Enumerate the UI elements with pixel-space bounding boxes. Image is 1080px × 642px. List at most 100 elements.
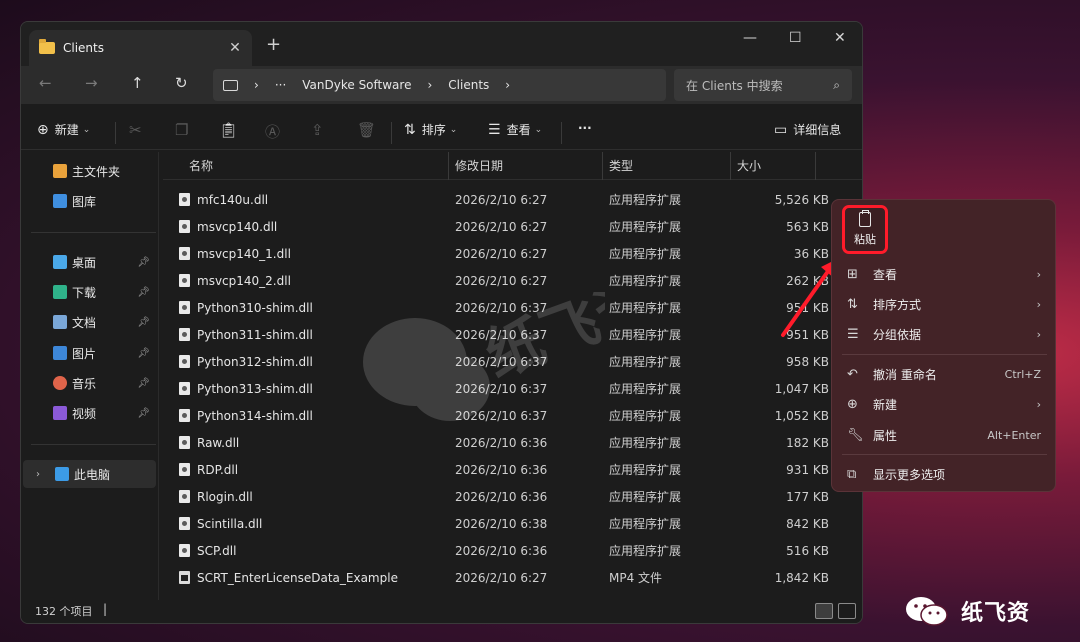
delete-icon[interactable]: 🗑︎ bbox=[357, 121, 376, 139]
column-name[interactable]: 名称 bbox=[189, 157, 213, 174]
more-options-button[interactable]: ··· bbox=[578, 121, 592, 135]
table-row[interactable]: Python310-shim.dll 2026/2/10 6:37 应用程序扩展 95… bbox=[163, 294, 862, 321]
table-row[interactable]: msvcp140_2.dll 2026/2/10 6:27 应用程序扩展 262 KB bbox=[163, 267, 862, 294]
pin-icon[interactable]: 📌︎ bbox=[137, 317, 150, 328]
table-row[interactable]: SCRT_EnterLicenseData_Example 2026/2/10 6… bbox=[163, 564, 862, 591]
divider bbox=[31, 444, 156, 445]
sort-button[interactable]: ⇅ 排序 ⌄ bbox=[404, 121, 457, 138]
folder-icon bbox=[39, 39, 55, 54]
forward-button[interactable]: → bbox=[85, 74, 98, 92]
column-date[interactable]: 修改日期 bbox=[455, 157, 503, 174]
table-row[interactable]: SCP.dll 2026/2/10 6:36 应用程序扩展 516 KB bbox=[163, 537, 862, 564]
search-input[interactable]: 在 Clients 中搜索 ⌕ bbox=[674, 69, 852, 101]
table-row[interactable]: Scintilla.dll 2026/2/10 6:38 应用程序扩展 842 KB bbox=[163, 510, 862, 537]
file-date: 2026/2/10 6:36 bbox=[455, 489, 548, 504]
share-icon[interactable]: ⇪ bbox=[311, 121, 324, 139]
menu-item-properties[interactable]: 🔧︎ 属性 Alt+Enter bbox=[832, 420, 1055, 450]
table-row[interactable]: Raw.dll 2026/2/10 6:36 应用程序扩展 182 KB bbox=[163, 429, 862, 456]
file-type: 应用程序扩展 bbox=[609, 382, 682, 396]
paste-icon[interactable]: 📋︎ bbox=[219, 121, 238, 139]
file-type: 应用程序扩展 bbox=[609, 193, 682, 207]
sidebar-item-label: 图库 bbox=[72, 194, 97, 209]
address-bar[interactable]: › ··· VanDyke Software › Clients › bbox=[213, 69, 666, 101]
paste-label: 粘贴 bbox=[854, 233, 876, 246]
chevron-right-icon: › bbox=[1036, 297, 1041, 311]
table-row[interactable]: msvcp140.dll 2026/2/10 6:27 应用程序扩展 563 KB bbox=[163, 213, 862, 240]
sidebar-item-documents[interactable]: 文档 📌︎ bbox=[21, 308, 156, 336]
sidebar-item-music[interactable]: 音乐 📌︎ bbox=[21, 369, 156, 397]
menu-item-view[interactable]: ⊞ 查看 › bbox=[832, 259, 1055, 289]
menu-item-more-options[interactable]: ⧉ 显示更多选项 bbox=[832, 459, 1055, 489]
file-list: ^ 名称 修改日期 类型 大小 mfc140u.dll 2026/2/10 6:2… bbox=[163, 152, 862, 600]
close-tab-icon[interactable]: ✕ bbox=[224, 40, 246, 56]
maximize-button[interactable]: ☐ bbox=[789, 30, 802, 46]
pin-icon[interactable]: 📌︎ bbox=[137, 257, 150, 268]
sidebar-item-gallery[interactable]: 图库 bbox=[21, 187, 156, 215]
menu-item-label: 分组依据 bbox=[873, 327, 922, 342]
new-label: 新建 bbox=[54, 123, 79, 137]
paste-button[interactable]: 粘贴 bbox=[842, 205, 888, 254]
column-divider[interactable] bbox=[602, 152, 603, 180]
column-divider[interactable] bbox=[815, 152, 816, 180]
pin-icon[interactable]: 📌︎ bbox=[137, 408, 150, 419]
new-button[interactable]: ⊕ 新建 ⌄ bbox=[37, 121, 90, 138]
file-type: 应用程序扩展 bbox=[609, 220, 682, 234]
sidebar-item-this-pc[interactable]: › 此电脑 bbox=[23, 460, 156, 488]
copy-icon[interactable]: ❐ bbox=[175, 121, 188, 139]
close-window-button[interactable]: ✕ bbox=[834, 30, 846, 46]
sidebar-item-pictures[interactable]: 图片 📌︎ bbox=[21, 339, 156, 367]
column-type[interactable]: 类型 bbox=[609, 157, 633, 174]
table-row[interactable]: msvcp140_1.dll 2026/2/10 6:27 应用程序扩展 36 KB bbox=[163, 240, 862, 267]
menu-item-group[interactable]: ☰ 分组依据 › bbox=[832, 319, 1055, 349]
item-count: 132 个项目 bbox=[35, 605, 93, 618]
sidebar-item-downloads[interactable]: 下载 📌︎ bbox=[21, 278, 156, 306]
file-date: 2026/2/10 6:27 bbox=[455, 570, 548, 585]
table-row[interactable]: Python311-shim.dll 2026/2/10 6:37 应用程序扩展 95… bbox=[163, 321, 862, 348]
details-view-button[interactable] bbox=[815, 603, 833, 619]
new-tab-button[interactable]: + bbox=[266, 34, 281, 55]
menu-item-sort[interactable]: ⇅ 排序方式 › bbox=[832, 289, 1055, 319]
cut-icon[interactable]: ✂ bbox=[129, 121, 142, 139]
details-pane-button[interactable]: ▭ 详细信息 bbox=[774, 121, 841, 138]
view-button[interactable]: ☰ 查看 ⌄ bbox=[488, 121, 542, 138]
sidebar-item-home[interactable]: 主文件夹 bbox=[21, 157, 156, 185]
column-size[interactable]: 大小 bbox=[737, 157, 761, 174]
sidebar-item-desktop[interactable]: 桌面 📌︎ bbox=[21, 248, 156, 276]
brand-name: 纸飞资 bbox=[961, 601, 1031, 626]
open-external-icon: ⧉ bbox=[847, 466, 857, 482]
file-type: 应用程序扩展 bbox=[609, 436, 682, 450]
chevron-right-icon[interactable]: › bbox=[36, 469, 40, 480]
sidebar-item-videos[interactable]: 视频 📌︎ bbox=[21, 399, 156, 427]
dll-file-icon bbox=[179, 544, 190, 557]
column-divider[interactable] bbox=[730, 152, 731, 180]
breadcrumb-vandyke[interactable]: VanDyke Software bbox=[302, 78, 411, 92]
refresh-button[interactable]: ↻ bbox=[175, 74, 188, 92]
table-row[interactable]: Python312-shim.dll 2026/2/10 6:37 应用程序扩展 95… bbox=[163, 348, 862, 375]
up-button[interactable]: ↑ bbox=[131, 74, 144, 92]
back-button[interactable]: ← bbox=[39, 74, 52, 92]
menu-item-new[interactable]: ⊕ 新建 › bbox=[832, 389, 1055, 419]
details-label: 详细信息 bbox=[793, 123, 842, 137]
pin-icon[interactable]: 📌︎ bbox=[137, 348, 150, 359]
column-header-row: ^ 名称 修改日期 类型 大小 bbox=[163, 152, 862, 180]
pin-icon[interactable]: 📌︎ bbox=[137, 378, 150, 389]
file-date: 2026/2/10 6:27 bbox=[455, 192, 548, 207]
file-date: 2026/2/10 6:27 bbox=[455, 273, 548, 288]
menu-item-undo-rename[interactable]: ↶ 撤消 重命名 Ctrl+Z bbox=[832, 359, 1055, 389]
table-row[interactable]: RDP.dll 2026/2/10 6:36 应用程序扩展 931 KB bbox=[163, 456, 862, 483]
column-divider[interactable] bbox=[448, 152, 449, 180]
table-row[interactable]: Rlogin.dll 2026/2/10 6:36 应用程序扩展 177 KB bbox=[163, 483, 862, 510]
pin-icon[interactable]: 📌︎ bbox=[137, 287, 150, 298]
rename-icon[interactable]: Ⓐ bbox=[265, 121, 280, 142]
tiles-view-button[interactable] bbox=[838, 603, 856, 619]
table-row[interactable]: Python314-shim.dll 2026/2/10 6:37 应用程序扩展 1,… bbox=[163, 402, 862, 429]
sidebar-item-label: 图片 bbox=[72, 346, 97, 361]
tab-clients[interactable]: Clients ✕ bbox=[29, 30, 252, 66]
breadcrumb-more[interactable]: ··· bbox=[275, 78, 286, 92]
file-type: MP4 文件 bbox=[609, 571, 663, 585]
table-row[interactable]: Python313-shim.dll 2026/2/10 6:37 应用程序扩展 1,… bbox=[163, 375, 862, 402]
breadcrumb-clients[interactable]: Clients bbox=[448, 78, 489, 92]
shortcut-label: Ctrl+Z bbox=[1004, 367, 1041, 381]
minimize-button[interactable]: — bbox=[743, 30, 757, 46]
table-row[interactable]: mfc140u.dll 2026/2/10 6:27 应用程序扩展 5,526 KB bbox=[163, 186, 862, 213]
